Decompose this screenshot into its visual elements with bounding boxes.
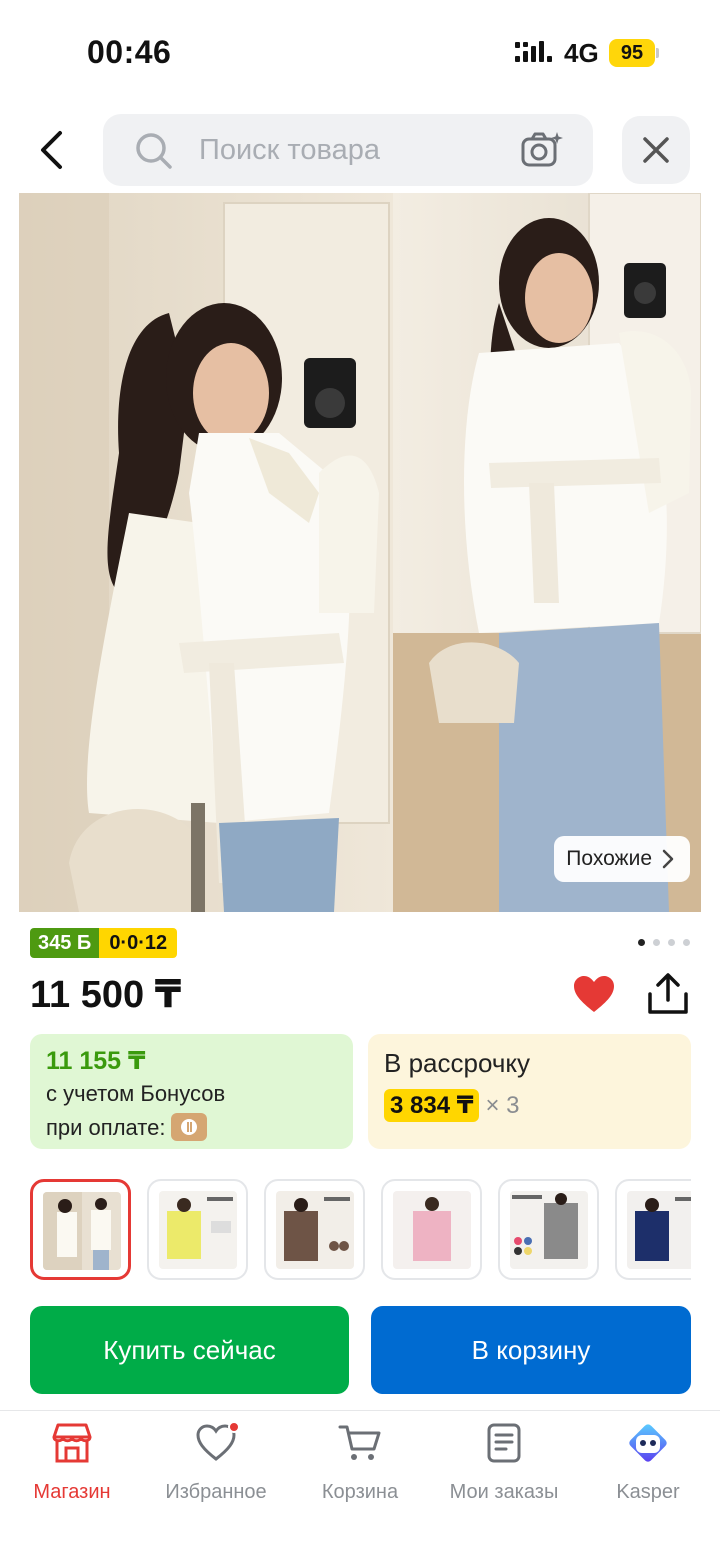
share-icon[interactable] (646, 972, 690, 1016)
product-gallery[interactable]: Похожие (19, 193, 701, 912)
product-price: 11 500 ₸ (30, 974, 182, 1016)
nav-label-orders: Мои заказы (449, 1481, 559, 1503)
bonus-note-line1: с учетом Бонусов (46, 1081, 226, 1106)
cart-icon (338, 1425, 381, 1460)
thumbnail-image (393, 1191, 471, 1269)
nav-favorites[interactable]: Избранное (144, 1421, 288, 1517)
installment-row: 3 834 ₸ × 3 (384, 1089, 675, 1122)
pagination-dot (653, 939, 660, 946)
pagination-dot (683, 939, 690, 946)
thumbnail-navy[interactable] (615, 1179, 691, 1280)
similar-label: Похожие (566, 847, 652, 870)
installment-amount: 3 834 ₸ (384, 1089, 480, 1122)
similar-products-button[interactable]: Похожие (554, 836, 690, 882)
thumbnail-white[interactable] (30, 1179, 131, 1280)
pagination-dot (668, 939, 675, 946)
thumbnail-grey[interactable] (498, 1179, 599, 1280)
bottom-navigation: Магазин Избранное Корзина Мои заказы Kas… (0, 1410, 720, 1561)
thumbnail-image (627, 1191, 691, 1269)
product-photo (19, 193, 701, 912)
chevron-right-icon (662, 849, 674, 869)
battery-icon: 95 (609, 39, 659, 67)
nav-cart[interactable]: Корзина (288, 1421, 432, 1517)
nav-label-store: Магазин (33, 1481, 111, 1503)
kasper-assistant-icon (629, 1424, 667, 1462)
network-type: 4G (564, 38, 599, 68)
chevron-left-icon (41, 131, 62, 169)
search-input[interactable] (199, 126, 499, 174)
thumbnail-brown[interactable] (264, 1179, 365, 1280)
installment-badge: 0·0·12 (99, 928, 178, 958)
bonus-note-line2: при оплате: (46, 1115, 166, 1140)
nav-label-kasper: Kasper (616, 1481, 680, 1503)
kaspi-pay-icon (171, 1113, 208, 1142)
thumbnail-image (510, 1191, 588, 1269)
search-icon (136, 133, 172, 169)
thumbnail-pink[interactable] (381, 1179, 482, 1280)
battery-level: 95 (609, 39, 655, 67)
bonus-badge: 345 Б (30, 928, 100, 958)
product-page: 00:46 4G 95 Поиск товара Похожие 345 Б 0… (0, 0, 720, 1561)
heart-icon (194, 1421, 240, 1465)
installment-card[interactable]: В рассрочку 3 834 ₸ × 3 (368, 1034, 691, 1149)
bonus-price: 11 155 ₸ (46, 1047, 146, 1075)
orders-icon (487, 1423, 521, 1463)
nav-orders[interactable]: Мои заказы (432, 1421, 576, 1517)
gallery-pagination (638, 939, 690, 946)
nav-store[interactable]: Магазин (0, 1421, 144, 1517)
close-icon (643, 137, 669, 163)
favorite-heart-icon[interactable] (572, 974, 616, 1014)
status-time: 00:46 (87, 34, 172, 70)
nav-label-favorites: Избранное (165, 1481, 267, 1503)
camera-search-icon[interactable] (521, 130, 563, 170)
thumbnail-image (159, 1191, 237, 1269)
signal-icon (515, 41, 552, 62)
thumbnail-yellow[interactable] (147, 1179, 248, 1280)
thumbnail-image (43, 1192, 121, 1270)
nav-label-cart: Корзина (321, 1481, 399, 1503)
close-button[interactable] (622, 116, 690, 184)
bonus-note-line2-wrap: при оплате: (46, 1112, 337, 1144)
store-icon (52, 1423, 92, 1463)
add-to-cart-button[interactable]: В корзину (371, 1306, 691, 1394)
search-header (0, 112, 720, 188)
installment-times: × 3 (485, 1091, 520, 1119)
thumbnail-strip[interactable] (30, 1179, 691, 1280)
nav-kasper[interactable]: Kasper (576, 1421, 720, 1517)
pagination-dot (638, 939, 645, 946)
buy-now-button[interactable]: Купить сейчас (30, 1306, 349, 1394)
notification-dot (228, 1421, 240, 1433)
status-bar: 00:46 4G 95 (0, 0, 720, 100)
promo-badges: 345 Б 0·0·12 (30, 928, 178, 958)
search-box[interactable] (103, 114, 593, 186)
installment-title: В рассрочку (384, 1048, 531, 1078)
back-button[interactable] (22, 118, 82, 182)
bonus-price-card[interactable]: 11 155 ₸ с учетом Бонусов при оплате: (30, 1034, 353, 1149)
thumbnail-image (276, 1191, 354, 1269)
